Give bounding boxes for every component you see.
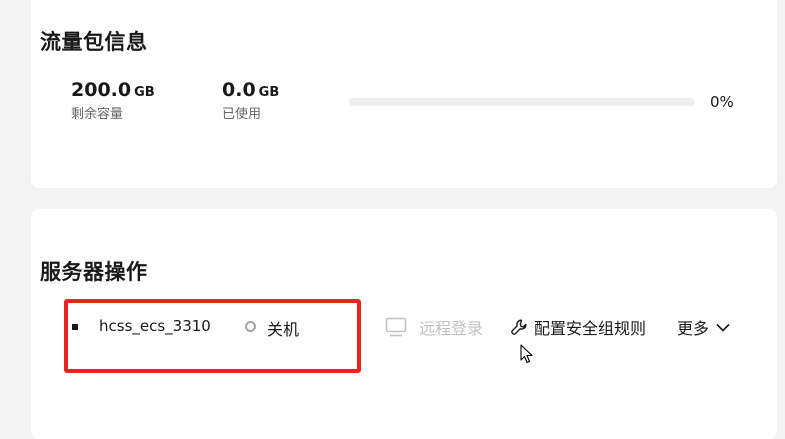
used-capacity-unit: GB xyxy=(258,85,280,100)
monitor-icon xyxy=(385,317,407,337)
traffic-section-title: 流量包信息 xyxy=(40,30,148,54)
usage-progress-bar xyxy=(349,98,695,106)
server-name: hcss_ecs_3310 xyxy=(99,317,211,335)
remote-login-label: 远程登录 xyxy=(419,319,484,338)
configure-security-group-rules-label: 配置安全组规则 xyxy=(534,319,647,338)
remaining-capacity-label: 剩余容量 xyxy=(71,107,124,122)
server-status: 关机 xyxy=(267,320,300,339)
remaining-capacity-unit: GB xyxy=(134,85,155,100)
server-section-title: 服务器操作 xyxy=(40,260,148,284)
mouse-cursor-icon xyxy=(520,344,533,364)
highlight-box xyxy=(64,299,361,373)
used-capacity-value: 0.0 xyxy=(222,79,256,101)
remote-login-button[interactable]: 远程登录 xyxy=(385,315,483,339)
more-actions-label: 更多 xyxy=(677,319,710,338)
status-ring-icon xyxy=(245,321,256,332)
configure-security-group-rules-button[interactable]: 配置安全组规则 xyxy=(510,315,646,339)
used-capacity-stat: 0.0 GB 已使用 xyxy=(222,79,279,122)
remaining-capacity-value: 200.0 xyxy=(71,79,132,101)
wrench-icon xyxy=(511,319,527,335)
used-capacity-label: 已使用 xyxy=(222,107,262,122)
row-bullet xyxy=(72,324,78,330)
remaining-capacity-stat: 200.0 GB 剩余容量 xyxy=(71,79,155,122)
chevron-down-icon xyxy=(716,323,730,332)
more-actions-dropdown[interactable]: 更多 xyxy=(677,315,730,339)
usage-progress-percent: 0% xyxy=(710,93,734,111)
